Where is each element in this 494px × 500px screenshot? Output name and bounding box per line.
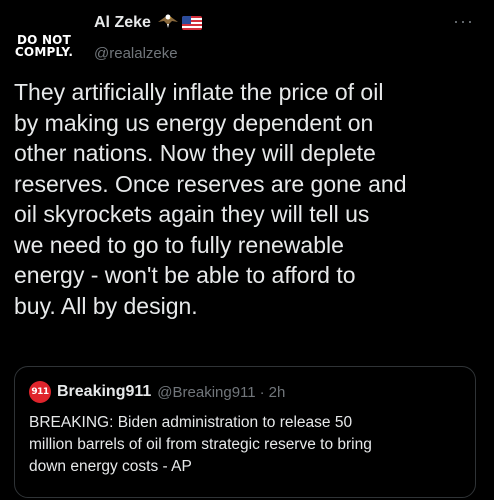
more-options-icon[interactable]: ··· <box>453 12 474 30</box>
quoted-tweet[interactable]: 911 Breaking911 @Breaking911 · 2h BREAKI… <box>14 366 476 498</box>
separator-dot: · <box>259 383 265 401</box>
quoted-display-name[interactable]: Breaking911 <box>57 383 151 401</box>
quoted-handle[interactable]: @Breaking911 <box>157 384 255 401</box>
handle[interactable]: @realalzeke <box>94 45 202 62</box>
tweet-text: They artificially inflate the price of o… <box>14 79 407 319</box>
eagle-icon <box>157 13 179 34</box>
tweet-card: DO NOT COMPLY. Al Zeke @realalzeke ··· T… <box>0 0 494 500</box>
quoted-timestamp[interactable]: 2h <box>269 384 286 401</box>
us-flag-icon <box>181 16 202 30</box>
name-row: Al Zeke <box>94 12 202 34</box>
quoted-tweet-text: BREAKING: Biden administration to releas… <box>29 414 372 475</box>
avatar-text-line2: COMPLY. <box>14 45 74 59</box>
quoted-avatar[interactable]: 911 <box>29 381 51 403</box>
display-name[interactable]: Al Zeke <box>94 14 151 32</box>
quoted-tweet-header: 911 Breaking911 @Breaking911 · 2h <box>29 381 285 403</box>
avatar[interactable]: DO NOT COMPLY. <box>12 14 76 78</box>
tweet-header: Al Zeke @realalzeke <box>94 12 202 62</box>
